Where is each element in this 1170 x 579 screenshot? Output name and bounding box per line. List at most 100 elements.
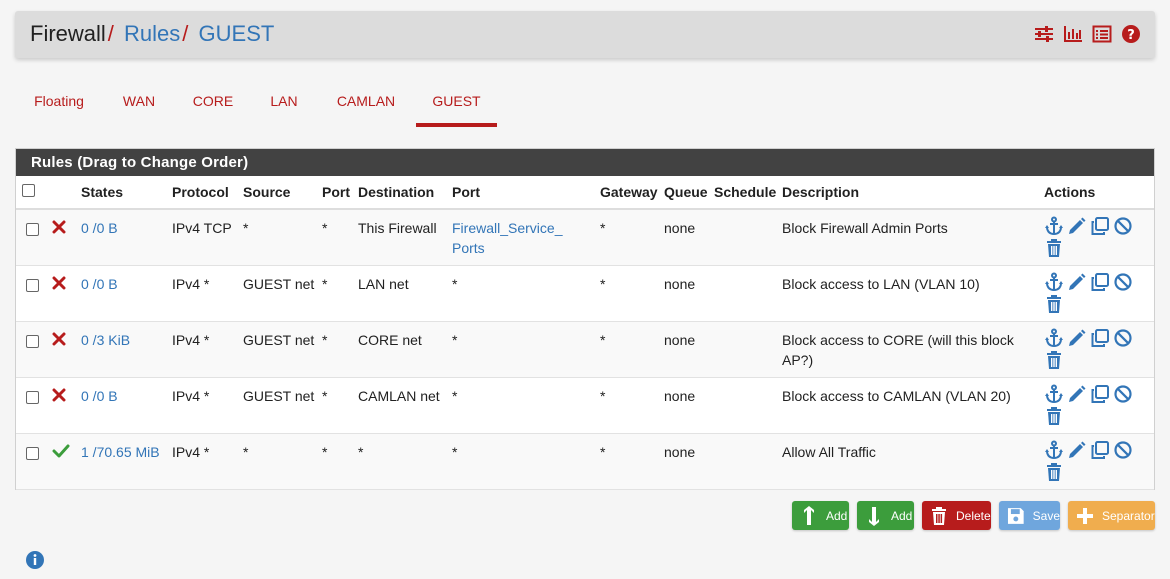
tab-floating[interactable]: Floating [25,81,93,127]
col-destination[interactable]: Destination [354,176,448,210]
pencil-icon[interactable] [1067,440,1087,460]
col-protocol[interactable]: Protocol [168,176,239,210]
table-row[interactable]: 0 /0 B IPv4 * GUEST net * CAMLAN net * * none Bl… [16,377,1154,434]
col-source[interactable]: Source [239,176,318,210]
table-row[interactable]: 1 /70.65 MiB IPv4 * * * * * * none Allow All Tra… [16,433,1154,490]
row-checkbox[interactable] [26,446,39,460]
rule-destination-port: * [452,443,458,460]
breadcrumb-guest-link[interactable]: GUEST [199,21,275,46]
save-button[interactable]: Save [999,501,1060,530]
rule-description: Block access to LAN (VLAN 10) [782,275,980,292]
rule-source-port: * [322,220,328,236]
list-icon[interactable] [1092,24,1112,44]
ban-icon[interactable] [1113,328,1133,348]
table-row[interactable]: 0 /3 KiB IPv4 * GUEST net * CORE net * * none Bl… [16,321,1154,378]
col-source-port[interactable]: Port [318,176,354,210]
sliders-icon[interactable] [1034,24,1054,44]
anchor-icon[interactable] [1044,216,1064,236]
rule-destination: This Firewall [358,220,437,236]
tab-guest[interactable]: GUEST [416,81,497,127]
rule-destination: LAN net [358,275,409,292]
pencil-icon[interactable] [1067,272,1087,292]
row-checkbox[interactable] [26,390,39,404]
trash-icon[interactable] [1044,406,1064,426]
rule-source: GUEST net [243,331,315,348]
col-schedule[interactable]: Schedule [710,176,778,210]
breadcrumb-firewall: Firewall [30,21,106,46]
pencil-icon[interactable] [1067,328,1087,348]
rule-gateway: * [600,331,606,348]
ban-icon[interactable] [1113,384,1133,404]
rule-states[interactable]: 0 /3 KiB [81,332,130,348]
rule-states[interactable]: 0 /0 B [81,388,118,404]
anchor-icon[interactable] [1044,328,1064,348]
tab-wan[interactable]: WAN [113,81,165,127]
ban-icon[interactable] [1113,216,1133,236]
col-queue[interactable]: Queue [660,176,710,210]
row-checkbox[interactable] [26,278,39,292]
col-description[interactable]: Description [778,176,1040,210]
tab-lan[interactable]: LAN [261,81,307,127]
pencil-icon[interactable] [1067,216,1087,236]
breadcrumb-rules-link[interactable]: Rules [124,21,180,46]
rule-destination-port: * [452,387,458,404]
rule-states[interactable]: 0 /0 B [81,276,118,292]
col-destination-port[interactable]: Port [448,176,596,210]
select-all-checkbox[interactable] [22,184,35,197]
trash-icon[interactable] [1044,294,1064,314]
add-bottom-label: Add [891,508,913,523]
floppy-icon [1007,507,1024,524]
delete-label: Delete [956,508,991,523]
block-x-icon[interactable] [52,220,66,237]
save-label: Save [1032,508,1060,523]
block-x-icon[interactable] [52,276,66,293]
block-x-icon[interactable] [52,388,66,405]
trash-icon[interactable] [1044,462,1064,482]
rule-queue: none [664,220,696,236]
pass-check-icon[interactable] [52,444,70,461]
col-states[interactable]: States [77,176,168,210]
anchor-icon[interactable] [1044,272,1064,292]
pencil-icon[interactable] [1067,384,1087,404]
trash-icon[interactable] [1044,350,1064,370]
bar-chart-icon[interactable] [1063,24,1083,44]
copy-icon[interactable] [1090,328,1110,348]
rule-destination-port[interactable]: Firewall_Service_ Ports [452,220,562,256]
rule-states[interactable]: 1 /70.65 MiB [81,444,160,460]
rule-source-port: * [322,443,328,460]
anchor-icon[interactable] [1044,440,1064,460]
copy-icon[interactable] [1090,384,1110,404]
delete-button[interactable]: Delete [922,501,991,530]
rule-source-port: * [322,331,328,348]
copy-icon[interactable] [1090,440,1110,460]
copy-icon[interactable] [1090,216,1110,236]
trash-icon[interactable] [1044,238,1064,258]
table-row[interactable]: 0 /0 B IPv4 TCP * * This Firewall Firewall_Se… [16,209,1154,266]
block-x-icon[interactable] [52,332,66,349]
separator-button[interactable]: Separator [1068,501,1155,530]
tab-camlan[interactable]: CAMLAN [329,81,403,127]
rule-states[interactable]: 0 /0 B [81,220,118,236]
row-checkbox[interactable] [26,334,39,348]
arrow-down-icon [869,506,879,526]
anchor-icon[interactable] [1044,384,1064,404]
ban-icon[interactable] [1113,272,1133,292]
rule-source-port: * [322,275,328,292]
add-top-label: Add [826,508,848,523]
table-row[interactable]: 0 /0 B IPv4 * GUEST net * LAN net * * none Block… [16,265,1154,322]
add-top-button[interactable]: Add [792,501,849,530]
rule-queue: none [664,275,696,292]
rule-description: Block Firewall Admin Ports [782,220,948,236]
info-icon[interactable] [25,550,45,570]
rule-queue: none [664,387,696,404]
col-gateway[interactable]: Gateway [596,176,660,210]
breadcrumb-separator: / [107,21,114,46]
copy-icon[interactable] [1090,272,1110,292]
ban-icon[interactable] [1113,440,1133,460]
breadcrumb: Firewall/ Rules/ GUEST [30,21,274,47]
row-checkbox[interactable] [26,223,39,236]
rules-panel: Rules (Drag to Change Order) States Prot… [15,148,1155,490]
tab-core[interactable]: CORE [187,81,239,127]
add-bottom-button[interactable]: Add [857,501,914,530]
help-icon[interactable]: ? [1121,24,1141,44]
